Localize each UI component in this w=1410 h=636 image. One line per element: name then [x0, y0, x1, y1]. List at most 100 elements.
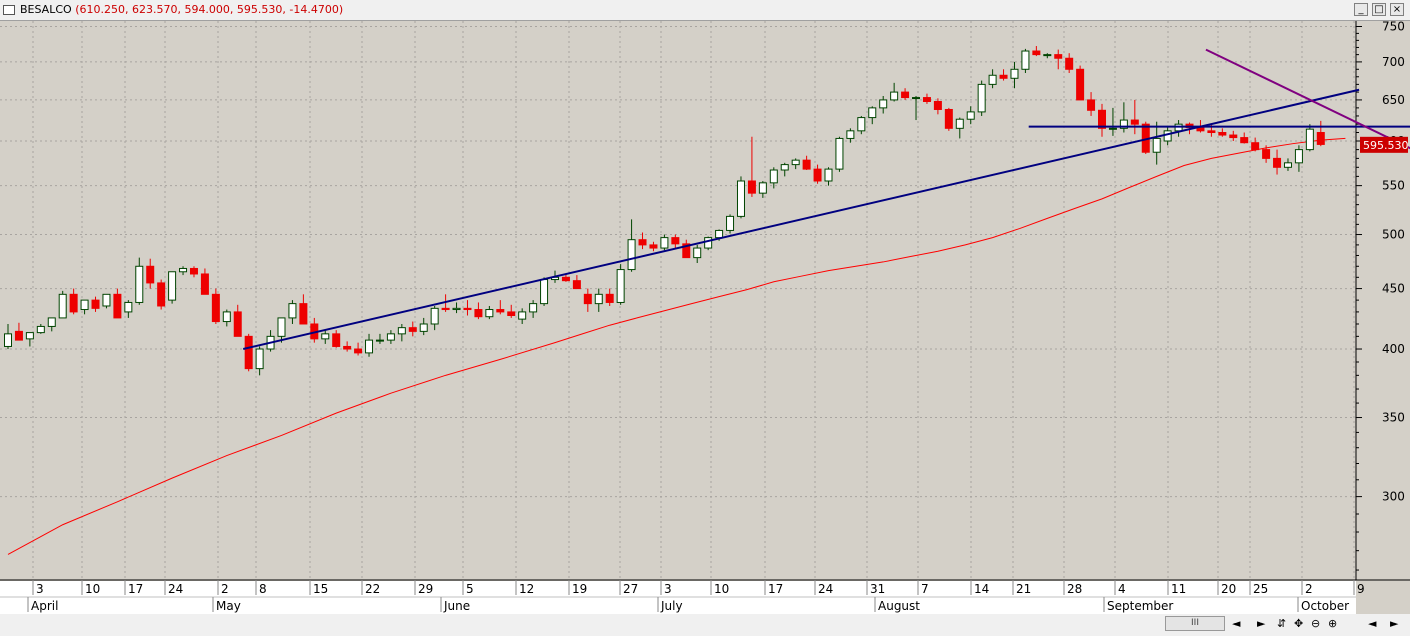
- x-day-label: 24: [168, 582, 183, 596]
- x-day-label: 24: [818, 582, 833, 596]
- x-day-label: 19: [572, 582, 587, 596]
- candle-body: [102, 293, 111, 307]
- candle-body: [791, 159, 800, 166]
- x-day-label: 17: [768, 582, 783, 596]
- x-day-label: 11: [1171, 582, 1186, 596]
- candle-body: [321, 333, 330, 340]
- maximize-button[interactable]: □: [1372, 3, 1386, 16]
- y-tick-label: 400: [1382, 342, 1405, 356]
- chart-title: BESALCO (610.250, 623.570, 594.000, 595.…: [20, 3, 343, 16]
- candle-body: [780, 164, 789, 171]
- candle-body: [277, 317, 286, 337]
- candle-body: [1108, 127, 1117, 130]
- x-day-label: 15: [313, 582, 328, 596]
- zoom-in-icon[interactable]: ⊕: [1328, 617, 1337, 630]
- candle-body: [769, 169, 778, 184]
- candle-body: [879, 99, 888, 109]
- x-day-label: 17: [128, 582, 143, 596]
- candle-body: [1010, 68, 1019, 79]
- zoom-out-icon[interactable]: ⊖: [1311, 617, 1320, 630]
- candle-body: [1087, 99, 1096, 111]
- minimize-button[interactable]: _: [1354, 3, 1368, 16]
- symbol-name: BESALCO: [20, 3, 72, 16]
- chart-window-titlebar: BESALCO (610.250, 623.570, 594.000, 595.…: [0, 0, 1410, 21]
- candle-body: [1152, 137, 1161, 153]
- x-month-label: April: [31, 599, 58, 613]
- candle-body: [200, 273, 209, 295]
- candle-body: [944, 108, 953, 129]
- x-day-label: 7: [921, 582, 929, 596]
- candle-body: [540, 279, 549, 305]
- candle-body: [365, 339, 374, 354]
- candle-body: [1283, 162, 1292, 168]
- candle-body: [80, 299, 89, 311]
- candle-body: [1273, 157, 1282, 168]
- candle-body: [922, 97, 931, 103]
- x-day-label: 27: [623, 582, 638, 596]
- candle-body: [430, 307, 439, 325]
- candle-body: [408, 327, 417, 332]
- candle-body: [1032, 50, 1041, 56]
- candle-body: [69, 293, 78, 313]
- candle-body: [332, 333, 341, 347]
- x-month-label: June: [443, 599, 470, 613]
- candle-body: [113, 293, 122, 319]
- x-day-label: 28: [1067, 582, 1082, 596]
- candle-body: [135, 265, 144, 303]
- candle-body: [1163, 130, 1172, 142]
- y-tick-label: 500: [1382, 228, 1405, 242]
- chart-area[interactable]: 3003504004505005506006507007503101724281…: [0, 20, 1410, 636]
- candle-body: [485, 309, 494, 318]
- x-month-label: September: [1107, 599, 1173, 613]
- y-tick-label: 750: [1382, 21, 1405, 34]
- candle-body: [813, 168, 822, 182]
- candle-body: [977, 83, 986, 113]
- page-right-icon[interactable]: ►: [1390, 617, 1398, 630]
- candle-body: [704, 237, 713, 249]
- x-day-label: 9: [1357, 582, 1365, 596]
- scroll-right-icon[interactable]: ►: [1257, 617, 1265, 630]
- candle-body: [627, 239, 636, 271]
- x-day-label: 31: [870, 582, 885, 596]
- x-day-label: 12: [519, 582, 534, 596]
- chart-scrollbar[interactable]: III ◄ ► ⇵ ✥ ⊖ ⊕ ◄ ►: [0, 614, 1410, 636]
- candle-body: [901, 91, 910, 99]
- candlestick-chart[interactable]: 3003504004505005506006507007503101724281…: [0, 20, 1410, 614]
- candle-body: [572, 280, 581, 290]
- candle-body: [4, 333, 12, 347]
- close-button[interactable]: ×: [1390, 3, 1404, 16]
- candle-body: [605, 293, 614, 303]
- candle-body: [1021, 50, 1030, 70]
- candle-body: [1240, 137, 1249, 144]
- candle-body: [1054, 54, 1063, 59]
- scroll-left-icon[interactable]: ◄: [1232, 617, 1240, 630]
- candle-body: [649, 244, 658, 249]
- x-day-label: 4: [1118, 582, 1126, 596]
- page-left-icon[interactable]: ◄: [1368, 617, 1376, 630]
- scroll-thumb[interactable]: III: [1165, 616, 1225, 631]
- candle-body: [518, 311, 527, 320]
- x-day-label: 20: [1221, 582, 1236, 596]
- candle-body: [157, 282, 166, 307]
- candle-body: [168, 271, 177, 301]
- x-day-label: 10: [714, 582, 729, 596]
- x-month-label: August: [878, 599, 920, 613]
- candle-body: [1076, 68, 1085, 101]
- x-day-label: 25: [1253, 582, 1268, 596]
- candle-body: [736, 180, 745, 217]
- y-tick-label: 450: [1382, 282, 1405, 296]
- candle-body: [386, 333, 395, 341]
- x-day-label: 3: [36, 582, 44, 596]
- vertical-scale-icon[interactable]: ⇵: [1277, 617, 1286, 630]
- x-day-label: 14: [974, 582, 989, 596]
- x-day-label: 10: [85, 582, 100, 596]
- candle-body: [1251, 142, 1260, 151]
- candle-body: [496, 309, 505, 313]
- candle-body: [288, 303, 297, 319]
- candle-body: [1294, 149, 1303, 164]
- candle-body: [233, 311, 242, 337]
- x-month-label: October: [1301, 599, 1349, 613]
- pan-icon[interactable]: ✥: [1294, 617, 1303, 630]
- candle-body: [441, 307, 450, 311]
- candle-body: [1218, 132, 1227, 136]
